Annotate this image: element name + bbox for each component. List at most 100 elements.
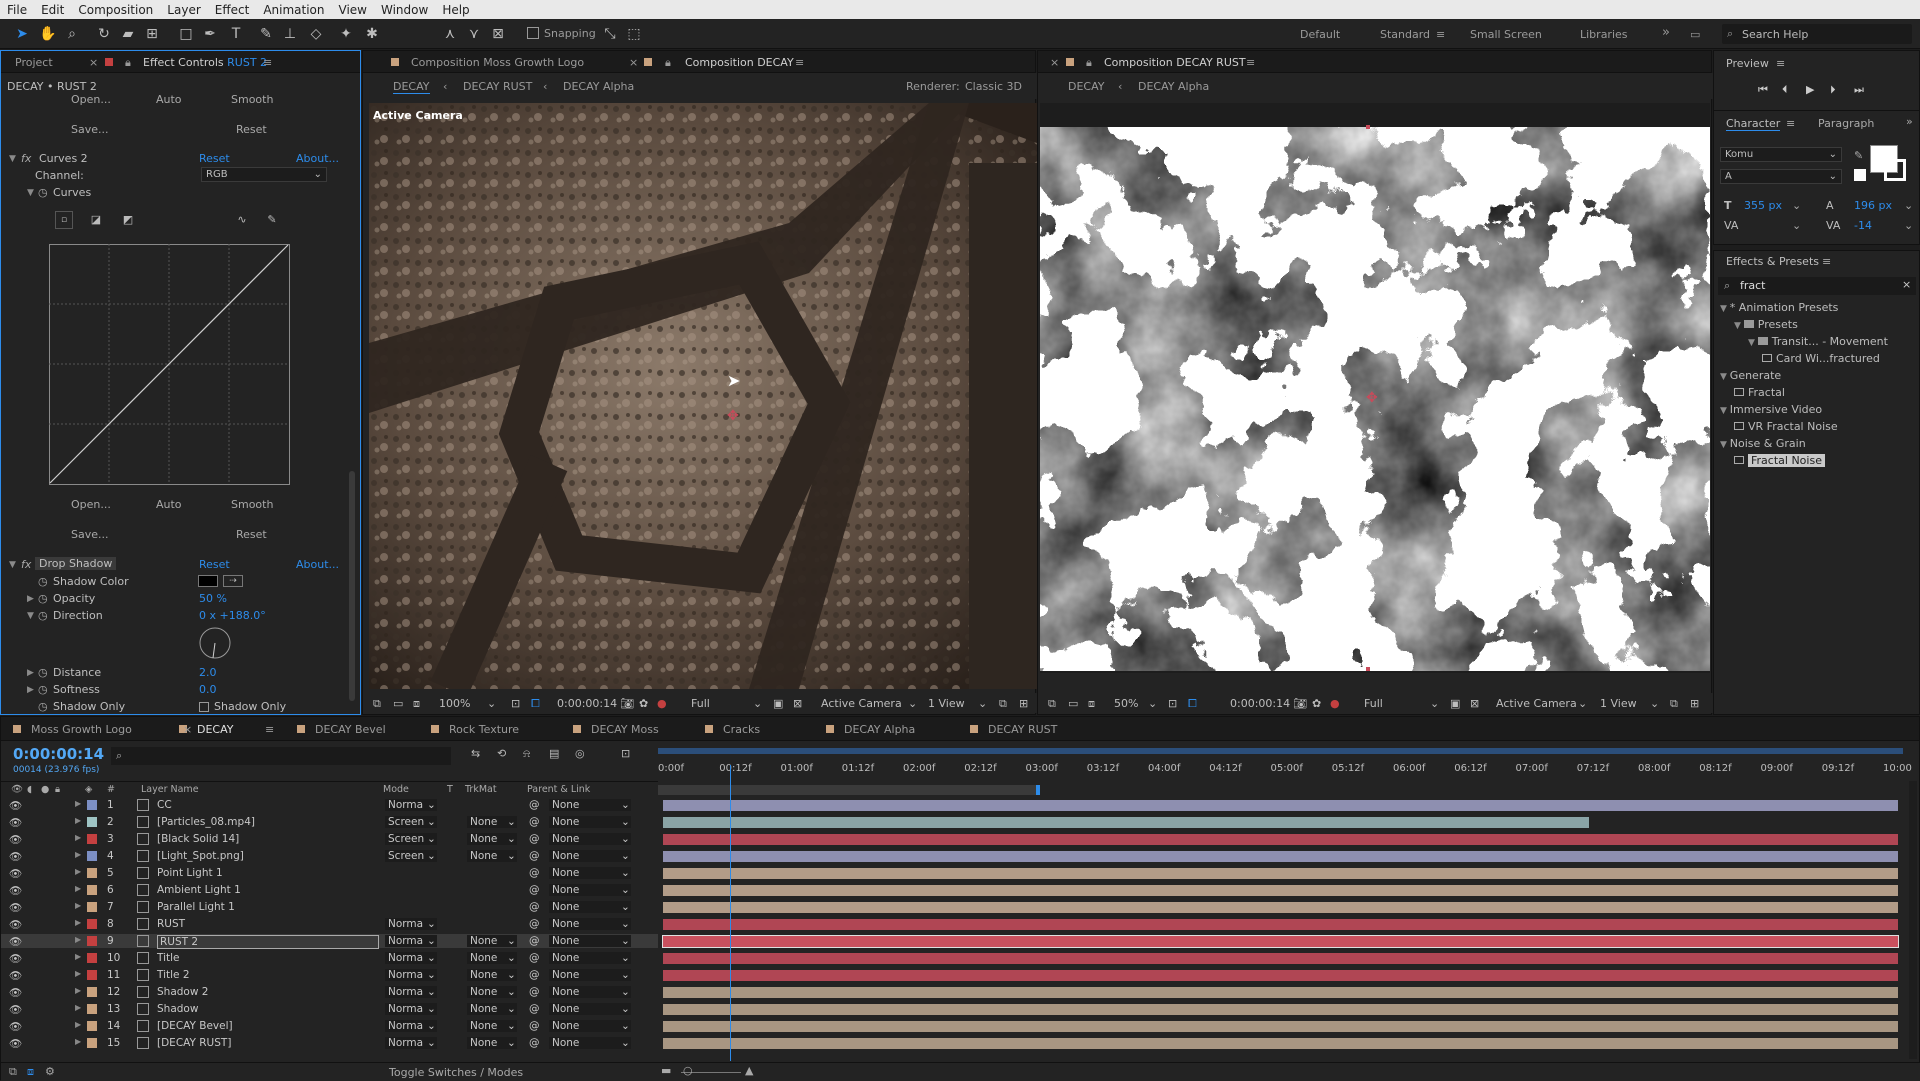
effects-tree-item[interactable]: ▼ Noise & Grain — [1720, 437, 1806, 450]
pick-whip-icon[interactable]: @ — [529, 833, 540, 845]
expand-direction-icon[interactable]: ▼ — [27, 611, 34, 621]
eraser-tool-icon[interactable]: ◇ — [306, 24, 326, 44]
layer-duration-bar[interactable] — [663, 868, 1898, 879]
chevron-down-icon[interactable]: ⌄ — [621, 833, 630, 845]
menu-view[interactable]: View — [332, 3, 374, 17]
brush-tool-icon[interactable]: ✎ — [256, 24, 276, 44]
stopwatch-icon-direction[interactable]: ◷ — [38, 609, 48, 622]
table-row[interactable]: 👁︎ ▶ 5 Point Light 1 @ None ⌄ — [1, 866, 658, 880]
chevron-down-icon-2[interactable]: ⌄ — [1904, 199, 1913, 212]
chevron-down-icon[interactable]: ⌄ — [621, 952, 630, 964]
timeline-tab[interactable]: Moss Growth Logo — [31, 723, 132, 736]
menu-window[interactable]: Window — [374, 3, 435, 17]
expand-distance-icon[interactable]: ▶ — [27, 668, 34, 678]
workspace-small-screen[interactable]: Small Screen — [1470, 28, 1542, 41]
parent-dropdown[interactable]: None — [549, 867, 631, 879]
timeline-tab[interactable]: DECAY Bevel — [315, 723, 386, 736]
pick-whip-icon[interactable]: @ — [529, 986, 540, 998]
layer-name[interactable]: RUST — [157, 918, 185, 930]
layer-name[interactable]: Title 2 — [157, 969, 190, 981]
timeline-tab[interactable]: DECAY RUST — [988, 723, 1057, 736]
eyedropper-icon[interactable]: ✎ — [1854, 149, 1863, 162]
workspace-standard[interactable]: Standard — [1380, 28, 1430, 41]
rust-camera-view-value[interactable]: Active Camera — [1496, 697, 1577, 710]
timeline-search-field[interactable]: ⌕ — [111, 747, 451, 765]
pick-whip-icon[interactable]: @ — [529, 867, 540, 879]
chevron-down-icon[interactable]: ⌄ — [507, 816, 516, 828]
chevron-down-icon[interactable]: ⌄ — [507, 935, 516, 947]
effects-search-field[interactable]: ⌕ fract × — [1718, 277, 1916, 295]
current-time[interactable]: 0:00:00:14 — [557, 697, 617, 710]
chevron-down-icon[interactable]: ⌄ — [507, 986, 516, 998]
visibility-eye-icon[interactable]: 👁︎ — [9, 986, 22, 999]
expand-layer-icon[interactable]: ▶ — [75, 867, 81, 876]
pan-behind-tool-icon[interactable]: ⊞ — [142, 24, 162, 44]
reset-exposure-icon[interactable]: ⊞ — [1019, 697, 1028, 710]
table-row[interactable]: 👁︎ ▶ 1 CC Norma ⌄ @ None ⌄ — [1, 798, 658, 812]
toggle-pixel-icon[interactable]: ⧉ — [999, 697, 1007, 711]
parent-dropdown[interactable]: None — [549, 1037, 631, 1049]
save-button-2[interactable]: Save... — [71, 528, 109, 541]
menu-file[interactable]: File — [0, 3, 34, 17]
parent-dropdown[interactable]: None — [549, 1003, 631, 1015]
shadow-only-checkbox[interactable] — [199, 702, 209, 712]
direction-value[interactable]: 0 x +188.0° — [199, 609, 266, 622]
layer-duration-bar[interactable] — [663, 987, 1898, 998]
table-row[interactable]: 👁︎ ▶ 2 [Particles_08.mp4] Screen ⌄ None ⌄ @ None ⌄ — [1, 815, 658, 829]
auto-button-2[interactable]: Auto — [156, 498, 182, 511]
pick-whip-icon[interactable]: @ — [529, 952, 540, 964]
transparency-grid-icon-2[interactable]: ⊠ — [1470, 697, 1479, 710]
layer-name[interactable]: Ambient Light 1 — [157, 884, 241, 896]
parent-dropdown[interactable]: None — [549, 969, 631, 981]
chevron-down-icon-3[interactable]: ⌄ — [908, 697, 917, 710]
table-row[interactable]: 👁︎ ▶ 15 [DECAY RUST] Norma ⌄ None ⌄ @ None ⌄ — [1, 1036, 658, 1050]
hand-tool-icon[interactable]: ✋ — [38, 24, 58, 44]
breadcrumb-decay[interactable]: DECAY — [393, 80, 430, 94]
close-icon[interactable]: × — [1050, 56, 1059, 69]
label-color-swatch[interactable] — [87, 885, 97, 895]
menu-effect[interactable]: Effect — [208, 3, 257, 17]
parent-dropdown[interactable]: None — [549, 833, 631, 845]
table-row[interactable]: 👁︎ ▶ 3 [Black Solid 14] Screen ⌄ None ⌄ @ None ⌄ — [1, 832, 658, 846]
chevron-down-icon[interactable]: ⌄ — [427, 1037, 436, 1049]
panel-menu-icon[interactable]: ≡ — [1776, 57, 1785, 70]
chevron-down-icon[interactable]: ⌄ — [621, 1020, 630, 1032]
fit-icon-2[interactable]: ⊡ — [1168, 697, 1177, 710]
reset-button-2[interactable]: Reset — [236, 528, 267, 541]
chevron-down-icon[interactable]: ⌄ — [507, 850, 516, 862]
layer-duration-bar[interactable] — [663, 834, 1898, 845]
rectangle-tool-icon[interactable]: □ — [176, 24, 196, 44]
visibility-eye-icon[interactable]: 👁︎ — [9, 969, 22, 982]
bezier-curve-icon[interactable]: ∿ — [233, 211, 251, 229]
snap-mode-icon[interactable]: ⬚ — [624, 24, 644, 44]
puppet-tool-icon[interactable]: ✱ — [362, 24, 382, 44]
toggle-switches-modes-button[interactable]: Toggle Switches / Modes — [389, 1066, 523, 1079]
chevron-down-icon-6[interactable]: ⌄ — [1430, 697, 1439, 710]
layer-duration-bar[interactable] — [663, 919, 1898, 930]
fx-icon[interactable]: fx — [21, 152, 31, 165]
timeline-current-time[interactable]: 0:00:00:14 — [13, 745, 104, 763]
stopwatch-icon-softness[interactable]: ◷ — [38, 683, 48, 696]
rust-breadcrumb-decay-alpha[interactable]: DECAY Alpha — [1138, 80, 1209, 93]
table-row[interactable]: 👁︎ ▶ 13 Shadow Norma ⌄ None ⌄ @ None ⌄ — [1, 1002, 658, 1016]
parent-dropdown[interactable]: None — [549, 952, 631, 964]
rust-resolution-value[interactable]: Full — [1364, 697, 1383, 710]
table-row[interactable]: 👁︎ ▶ 14 [DECAY Bevel] Norma ⌄ None ⌄ @ None ⌄ — [1, 1019, 658, 1033]
chevron-down-icon[interactable]: ⌄ — [427, 935, 436, 947]
stopwatch-icon-distance[interactable]: ◷ — [38, 666, 48, 679]
label-color-swatch[interactable] — [87, 834, 97, 844]
layer-name[interactable]: Parallel Light 1 — [157, 901, 235, 913]
close-icon[interactable]: × — [183, 723, 192, 736]
selection-tool-icon[interactable]: ➤ — [12, 24, 32, 44]
always-preview-icon-2[interactable]: ⧉ — [1048, 697, 1056, 711]
chevron-down-icon[interactable]: ⌄ — [621, 918, 630, 930]
chevron-down-icon[interactable]: ⌄ — [1792, 199, 1801, 212]
chevron-down-icon[interactable]: ⌄ — [621, 986, 630, 998]
layer-name[interactable]: [Light_Spot.png] — [157, 850, 244, 862]
table-row[interactable]: 👁︎ ▶ 11 Title 2 Norma ⌄ None ⌄ @ None ⌄ — [1, 968, 658, 982]
breadcrumb-decay-rust[interactable]: DECAY RUST — [463, 80, 532, 93]
time-ruler[interactable]: 0:00f 00:12f 01:00f 01:12f 02:00f 02:12f 03:00… — [658, 763, 1912, 783]
parent-dropdown[interactable]: None — [549, 935, 631, 947]
chevron-down-icon-5[interactable]: ⌄ — [1148, 697, 1157, 710]
label-color-swatch[interactable] — [87, 953, 97, 963]
